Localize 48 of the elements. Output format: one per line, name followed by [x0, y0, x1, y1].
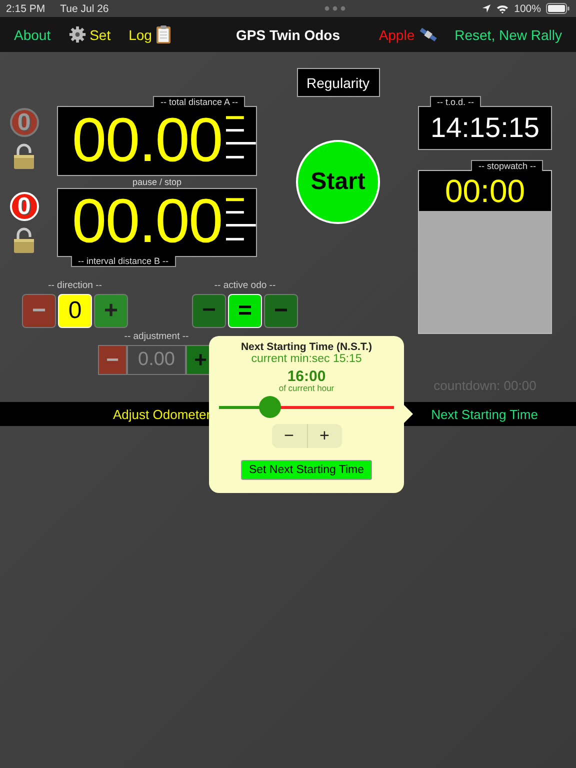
nav-link[interactable]: Log	[126, 23, 173, 46]
odometer-label: -- interval distance B --	[71, 256, 176, 267]
reset-badge[interactable]: 0	[10, 192, 38, 221]
time-slider[interactable]	[219, 396, 394, 418]
direction-label: -- direction --	[48, 280, 102, 292]
bar-tab[interactable]: Next Starting Time	[431, 404, 538, 424]
nav-link[interactable]: Set	[66, 23, 113, 46]
status-time: 2:15 PM	[6, 2, 46, 14]
odometer-value: 00.00	[72, 110, 222, 172]
status-date: Tue Jul 26	[60, 2, 109, 14]
set-time-button[interactable]: Set Next Starting Time	[240, 460, 372, 480]
battery-percent: 100%	[514, 2, 541, 14]
clipboard-icon	[156, 25, 171, 44]
app-title: GPS Twin Odos	[236, 26, 340, 42]
pause-stop-label: pause / stop	[131, 176, 183, 188]
satellite-icon	[418, 26, 437, 42]
adjustment-field[interactable]: 0.00	[127, 345, 186, 375]
tod-label: -- t.o.d. --	[430, 96, 482, 107]
stopwatch-value: 00:00	[444, 172, 526, 210]
stepper-button[interactable]: +	[306, 424, 342, 448]
current-time-text: current min:sec 15:15	[251, 353, 362, 366]
odometer-value: 00.00	[72, 191, 222, 254]
slider-thumb[interactable]	[258, 396, 281, 418]
mode-button[interactable]: Regularity	[296, 68, 380, 97]
gear-icon	[68, 26, 86, 43]
direction-button[interactable]: +	[94, 294, 128, 328]
battery-icon	[546, 3, 570, 14]
tod-value: 14:15:15	[430, 112, 540, 144]
nav-link[interactable]: Apple	[376, 24, 439, 44]
adjustment-label: -- adjustment --	[124, 331, 189, 343]
multitask-dots-icon[interactable]	[324, 6, 346, 11]
direction-button[interactable]: 0	[58, 294, 92, 328]
bar-tab[interactable]: Adjust Odometer	[113, 404, 211, 424]
padlock-icon[interactable]	[13, 143, 35, 170]
padlock-icon[interactable]	[13, 227, 35, 254]
nav-link[interactable]: Reset, New Rally	[452, 24, 564, 44]
next-time-value: 16:00	[287, 370, 326, 384]
popover-title: Next Starting Time (N.S.T.)	[240, 341, 372, 353]
start-button[interactable]: Start	[296, 140, 380, 224]
wifi-icon	[496, 4, 510, 14]
active-odo-button[interactable]: =	[228, 294, 262, 328]
time-caption: of current hour	[278, 384, 334, 393]
nav-link[interactable]: About	[12, 23, 53, 46]
active-odo-label: -- active odo --	[214, 280, 276, 292]
odometer-label: -- total distance A --	[153, 96, 245, 107]
location-arrow-icon	[482, 4, 492, 13]
stepper-button[interactable]: −	[272, 424, 306, 448]
stopwatch-label: -- stopwatch --	[471, 160, 543, 171]
